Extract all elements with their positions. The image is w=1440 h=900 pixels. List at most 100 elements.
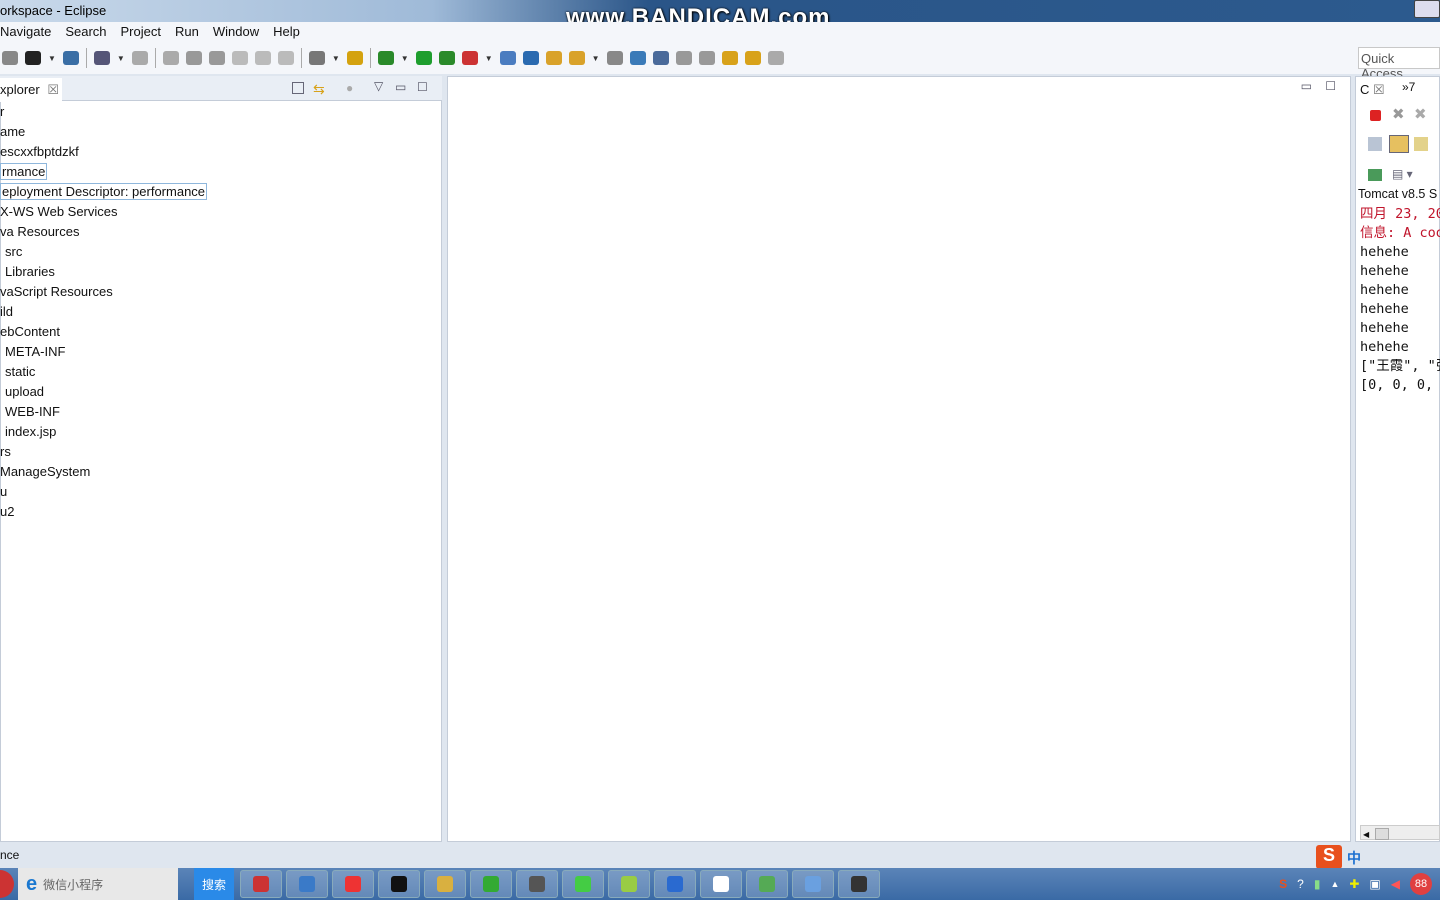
toolbar-icon[interactable]: [208, 51, 225, 65]
toolbar-icon[interactable]: [461, 51, 478, 65]
help-tray-icon[interactable]: ?: [1297, 877, 1304, 891]
tree-item[interactable]: index.jsp: [5, 423, 56, 441]
toolbar-icon[interactable]: [93, 51, 110, 65]
maximize-icon[interactable]: ☐: [1325, 79, 1336, 93]
maximize-icon[interactable]: ☐: [417, 80, 428, 94]
toolbar-icon[interactable]: [62, 51, 79, 65]
more-tabs-button[interactable]: »7: [1402, 80, 1415, 94]
toolbar-icon[interactable]: [675, 51, 692, 65]
pin-console-icon[interactable]: [1368, 169, 1382, 181]
toolbar-icon[interactable]: [568, 51, 585, 65]
menu-help[interactable]: Help: [273, 22, 300, 42]
taskbar-app-button[interactable]: [700, 870, 742, 898]
toolbar-icon[interactable]: [522, 51, 539, 65]
tab-console[interactable]: C ☒: [1360, 82, 1385, 98]
dropdown-arrow-icon[interactable]: ▼: [48, 54, 56, 63]
battery-icon[interactable]: ▮: [1314, 877, 1321, 891]
tab-project-explorer[interactable]: xplorer ☒: [0, 78, 62, 102]
taskbar-app-button[interactable]: [240, 870, 282, 898]
toolbar-icon[interactable]: [629, 51, 646, 65]
tree-item[interactable]: src: [5, 243, 22, 261]
remove-all-icon[interactable]: ✖: [1414, 105, 1427, 123]
tree-item[interactable]: Libraries: [5, 263, 55, 281]
tree-item[interactable]: ame: [0, 123, 25, 141]
toolbar-icon[interactable]: [767, 51, 784, 65]
tree-item[interactable]: rs: [0, 443, 11, 461]
taskbar-app-button[interactable]: [654, 870, 696, 898]
tree-item[interactable]: upload: [5, 383, 44, 401]
start-button[interactable]: [0, 870, 14, 898]
tree-item[interactable]: META-INF: [5, 343, 65, 361]
tree-item[interactable]: u: [0, 483, 7, 501]
tray-app-icon[interactable]: ✚: [1349, 877, 1359, 891]
search-button[interactable]: 搜索: [194, 868, 234, 900]
menu-search[interactable]: Search: [65, 22, 106, 42]
toolbar-icon[interactable]: [744, 51, 761, 65]
taskbar-app-button[interactable]: [286, 870, 328, 898]
tree-item[interactable]: vaScript Resources: [0, 283, 113, 301]
dropdown-arrow-icon[interactable]: ▼: [401, 54, 409, 63]
tree-item[interactable]: escxxfbptdzkf: [0, 143, 79, 161]
sogou-tray-icon[interactable]: S: [1279, 877, 1287, 891]
taskbar-app-button[interactable]: [838, 870, 880, 898]
toolbar-icon[interactable]: [131, 51, 148, 65]
minimize-icon[interactable]: ▭: [395, 80, 406, 94]
tree-item[interactable]: u2: [0, 503, 14, 521]
menu-project[interactable]: Project: [121, 22, 161, 42]
scroll-lock-icon[interactable]: [1389, 135, 1409, 153]
toolbar-icon[interactable]: [721, 51, 738, 65]
menu-navigate[interactable]: Navigate: [0, 22, 51, 42]
taskbar-app-button[interactable]: [562, 870, 604, 898]
tree-item[interactable]: ebContent: [0, 323, 60, 341]
toolbar-icon[interactable]: [606, 51, 623, 65]
toolbar-icon[interactable]: [438, 51, 455, 65]
taskbar-app-button[interactable]: [424, 870, 466, 898]
tree-item[interactable]: ManageSystem: [0, 463, 90, 481]
toolbar-icon[interactable]: [277, 51, 294, 65]
taskbar-app-button[interactable]: [470, 870, 512, 898]
ie-taskbar-item[interactable]: e 微信小程序: [18, 868, 178, 900]
word-wrap-icon[interactable]: [1414, 137, 1428, 151]
tree-item[interactable]: ild: [0, 303, 13, 321]
dropdown-arrow-icon[interactable]: ▼: [332, 54, 340, 63]
tree-item[interactable]: eployment Descriptor: performance: [0, 183, 208, 201]
toolbar-icon[interactable]: [185, 51, 202, 65]
network-icon[interactable]: ▣: [1369, 877, 1380, 891]
ime-mode[interactable]: 中: [1347, 848, 1361, 868]
dropdown-arrow-icon[interactable]: ▼: [485, 54, 493, 63]
toolbar-icon[interactable]: [415, 51, 432, 65]
taskbar-app-button[interactable]: [746, 870, 788, 898]
toolbar-icon[interactable]: [2, 51, 18, 65]
tree-item[interactable]: X-WS Web Services: [0, 203, 118, 221]
toolbar-icon[interactable]: [25, 51, 41, 65]
toolbar-icon[interactable]: [377, 51, 394, 65]
taskbar-app-button[interactable]: [332, 870, 374, 898]
minimize-icon[interactable]: ▭: [1301, 79, 1312, 93]
terminate-icon[interactable]: [1370, 110, 1381, 121]
taskbar-app-button[interactable]: [608, 870, 650, 898]
filter-icon[interactable]: ●: [346, 81, 353, 95]
show-hidden-icons[interactable]: ▲: [1330, 879, 1339, 889]
close-icon[interactable]: ☒: [47, 82, 59, 97]
dropdown-arrow-icon[interactable]: ▼: [117, 54, 125, 63]
toolbar-icon[interactable]: [162, 51, 179, 65]
toolbar-icon[interactable]: [346, 51, 363, 65]
toolbar-icon[interactable]: [698, 51, 715, 65]
horizontal-scrollbar[interactable]: ◀: [1360, 825, 1440, 840]
tree-item[interactable]: static: [5, 363, 35, 381]
menu-run[interactable]: Run: [175, 22, 199, 42]
close-icon[interactable]: ☒: [1373, 82, 1385, 97]
tree-item[interactable]: rmance: [0, 163, 48, 181]
window-button[interactable]: [1414, 0, 1440, 18]
view-menu-icon[interactable]: ▽: [374, 79, 383, 93]
display-console-icon[interactable]: ▤ ▾: [1392, 167, 1413, 181]
toolbar-icon[interactable]: [652, 51, 669, 65]
dropdown-arrow-icon[interactable]: ▼: [592, 54, 600, 63]
toolbar-icon[interactable]: [254, 51, 271, 65]
taskbar-app-button[interactable]: [792, 870, 834, 898]
toolbar-icon[interactable]: [231, 51, 248, 65]
taskbar-app-button[interactable]: [378, 870, 420, 898]
tree-item[interactable]: va Resources: [0, 223, 79, 241]
toolbar-icon[interactable]: [545, 51, 562, 65]
collapse-all-icon[interactable]: [292, 82, 304, 94]
